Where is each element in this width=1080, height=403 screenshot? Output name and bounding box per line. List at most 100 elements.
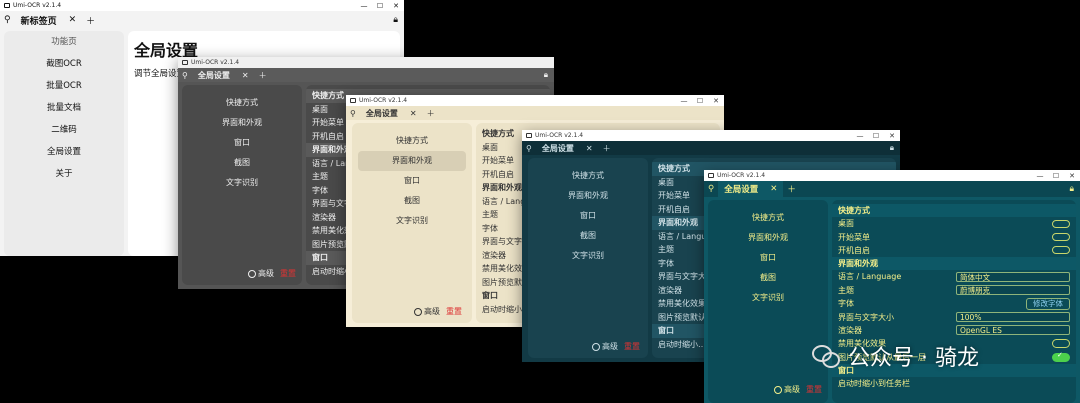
pin-icon[interactable]: ⚲ bbox=[708, 184, 714, 194]
close-window-button[interactable]: ✕ bbox=[388, 2, 404, 10]
sidebar-item-shortcuts[interactable]: 快捷方式 bbox=[182, 93, 302, 113]
close-window-button[interactable]: ✕ bbox=[1064, 172, 1080, 180]
setting-row-desktop[interactable]: 桌面 bbox=[838, 217, 1070, 230]
titlebar[interactable]: Umi-OCR v2.1.4 — ☐ ✕ bbox=[704, 170, 1080, 181]
wechat-icon bbox=[812, 343, 842, 369]
lock-icon[interactable]: 🔒︎ bbox=[393, 15, 398, 25]
tab-close-icon[interactable]: ✕ bbox=[69, 15, 77, 25]
preview-toggle[interactable] bbox=[1052, 351, 1070, 362]
pin-icon[interactable]: ⚲ bbox=[182, 71, 188, 80]
sidebar-item-appearance[interactable]: 界面和外观 bbox=[182, 113, 302, 133]
sidebar-item-shortcuts[interactable]: 快捷方式 bbox=[708, 208, 828, 228]
reset-button[interactable]: 重置 bbox=[280, 268, 296, 279]
sidebar-item-screenshot[interactable]: 截图 bbox=[528, 226, 648, 246]
shortcut-button[interactable] bbox=[1052, 219, 1070, 228]
minimize-button[interactable]: — bbox=[852, 132, 868, 140]
sidebar-item-about[interactable]: 关于 bbox=[4, 163, 124, 185]
close-window-button[interactable]: ✕ bbox=[708, 97, 724, 105]
theme-select[interactable]: 蔚博朋克 bbox=[956, 285, 1070, 296]
lock-icon[interactable]: 🔒︎ bbox=[544, 70, 548, 80]
sidebar: 功能页 截图OCR 批量OCR 批量文档 二维码 全局设置 关于 bbox=[4, 31, 124, 256]
sidebar-item-window[interactable]: 窗口 bbox=[708, 248, 828, 268]
shortcut-button[interactable] bbox=[1052, 233, 1070, 242]
tab-close-icon[interactable]: ✕ bbox=[410, 109, 417, 118]
reset-button[interactable]: 重置 bbox=[446, 306, 462, 317]
add-tab-icon[interactable]: ＋ bbox=[86, 14, 95, 27]
minimize-button[interactable]: — bbox=[356, 2, 372, 10]
maximize-button[interactable]: ☐ bbox=[692, 97, 708, 105]
sidebar-item-shortcuts[interactable]: 快捷方式 bbox=[528, 166, 648, 186]
sidebar-item-appearance[interactable]: 界面和外观 bbox=[528, 186, 648, 206]
setting-row-start-menu[interactable]: 开始菜单 bbox=[838, 230, 1070, 243]
add-tab-icon[interactable]: ＋ bbox=[603, 143, 611, 154]
minimize-button[interactable]: — bbox=[1032, 172, 1048, 180]
tab-close-icon[interactable]: ✕ bbox=[770, 184, 777, 194]
reset-button[interactable]: 重置 bbox=[806, 384, 822, 395]
advanced-toggle[interactable]: 高级 bbox=[248, 268, 274, 279]
app-icon bbox=[4, 3, 10, 8]
setting-row-renderer[interactable]: 渲染器 OpenGL ES bbox=[838, 324, 1070, 337]
renderer-select[interactable]: OpenGL ES bbox=[956, 325, 1070, 336]
sidebar-item-global-settings[interactable]: 全局设置 bbox=[4, 141, 124, 163]
add-tab-icon[interactable]: ＋ bbox=[259, 70, 267, 81]
tab-new[interactable]: 新标签页 ✕ bbox=[15, 11, 83, 29]
sidebar-item-ocr[interactable]: 文字识别 bbox=[708, 288, 828, 308]
titlebar[interactable]: Umi-OCR v2.1.4 bbox=[178, 57, 554, 68]
setting-row-size[interactable]: 界面与文字大小 100% bbox=[838, 310, 1070, 323]
advanced-toggle[interactable]: 高级 bbox=[592, 341, 618, 352]
tab-close-icon[interactable]: ✕ bbox=[242, 71, 249, 80]
advanced-label: 高级 bbox=[784, 385, 800, 394]
minimize-button[interactable]: — bbox=[676, 97, 692, 105]
tab-global-settings[interactable]: 全局设置 ✕ bbox=[536, 141, 599, 155]
size-select[interactable]: 100% bbox=[956, 312, 1070, 323]
advanced-toggle[interactable]: 高级 bbox=[774, 384, 800, 395]
sidebar-item-batch-docs[interactable]: 批量文档 bbox=[4, 97, 124, 119]
sidebar-item-ocr[interactable]: 文字识别 bbox=[352, 211, 472, 231]
sidebar-item-screenshot-ocr[interactable]: 截图OCR bbox=[4, 53, 124, 75]
sidebar-item-window[interactable]: 窗口 bbox=[528, 206, 648, 226]
lock-icon[interactable]: 🔒︎ bbox=[890, 143, 894, 153]
sidebar-item-appearance[interactable]: 界面和外观 bbox=[358, 151, 466, 171]
setting-row-language[interactable]: 语言 / Language 简体中文 bbox=[838, 270, 1070, 283]
sidebar-item-shortcuts[interactable]: 快捷方式 bbox=[352, 131, 472, 151]
titlebar[interactable]: Umi-OCR v2.1.4 — ☐ ✕ bbox=[0, 0, 404, 11]
pin-icon[interactable]: ⚲ bbox=[350, 109, 356, 118]
close-window-button[interactable]: ✕ bbox=[884, 132, 900, 140]
setting-row-theme[interactable]: 主题 蔚博朋克 bbox=[838, 284, 1070, 297]
setting-row-autostart[interactable]: 开机自启 bbox=[838, 244, 1070, 257]
sidebar-item-screenshot[interactable]: 截图 bbox=[182, 153, 302, 173]
disable-fx-toggle[interactable] bbox=[1052, 339, 1070, 349]
lock-icon[interactable]: 🔒︎ bbox=[1069, 184, 1074, 194]
add-tab-icon[interactable]: ＋ bbox=[427, 108, 435, 119]
advanced-toggle[interactable]: 高级 bbox=[414, 306, 440, 317]
setting-row-font[interactable]: 字体 修改字体 bbox=[838, 297, 1070, 310]
add-tab-icon[interactable]: ＋ bbox=[787, 183, 796, 195]
sidebar-item-window[interactable]: 窗口 bbox=[182, 133, 302, 153]
reset-button[interactable]: 重置 bbox=[624, 341, 640, 352]
shortcut-button[interactable] bbox=[1052, 246, 1070, 255]
tab-global-settings[interactable]: 全局设置 ✕ bbox=[360, 106, 423, 120]
sidebar-item-ocr[interactable]: 文字识别 bbox=[528, 246, 648, 266]
tab-global-settings[interactable]: 全局设置 ✕ bbox=[718, 181, 784, 197]
sidebar-footer: 高级 重置 bbox=[248, 268, 296, 279]
language-select[interactable]: 简体中文 bbox=[956, 271, 1070, 282]
pin-icon[interactable]: ⚲ bbox=[4, 15, 11, 25]
tab-close-icon[interactable]: ✕ bbox=[586, 144, 593, 153]
sidebar-item-qrcode[interactable]: 二维码 bbox=[4, 119, 124, 141]
setting-label: 主题 bbox=[838, 285, 854, 295]
sidebar-item-ocr[interactable]: 文字识别 bbox=[182, 173, 302, 193]
sidebar-item-screenshot[interactable]: 截图 bbox=[708, 268, 828, 288]
sidebar-item-window[interactable]: 窗口 bbox=[352, 171, 472, 191]
maximize-button[interactable]: ☐ bbox=[372, 2, 388, 10]
setting-row-minimize[interactable]: 启动时缩小到任务栏 bbox=[838, 377, 1070, 390]
sidebar-item-batch-ocr[interactable]: 批量OCR bbox=[4, 75, 124, 97]
sidebar-item-screenshot[interactable]: 截图 bbox=[352, 191, 472, 211]
pin-icon[interactable]: ⚲ bbox=[526, 144, 532, 153]
maximize-button[interactable]: ☐ bbox=[1048, 172, 1064, 180]
titlebar[interactable]: Umi-OCR v2.1.4 — ☐ ✕ bbox=[346, 95, 724, 106]
change-font-button[interactable]: 修改字体 bbox=[1026, 297, 1070, 310]
titlebar[interactable]: Umi-OCR v2.1.4 — ☐ ✕ bbox=[522, 130, 900, 141]
sidebar-item-appearance[interactable]: 界面和外观 bbox=[708, 228, 828, 248]
tab-global-settings[interactable]: 全局设置 ✕ bbox=[192, 68, 255, 82]
maximize-button[interactable]: ☐ bbox=[868, 132, 884, 140]
